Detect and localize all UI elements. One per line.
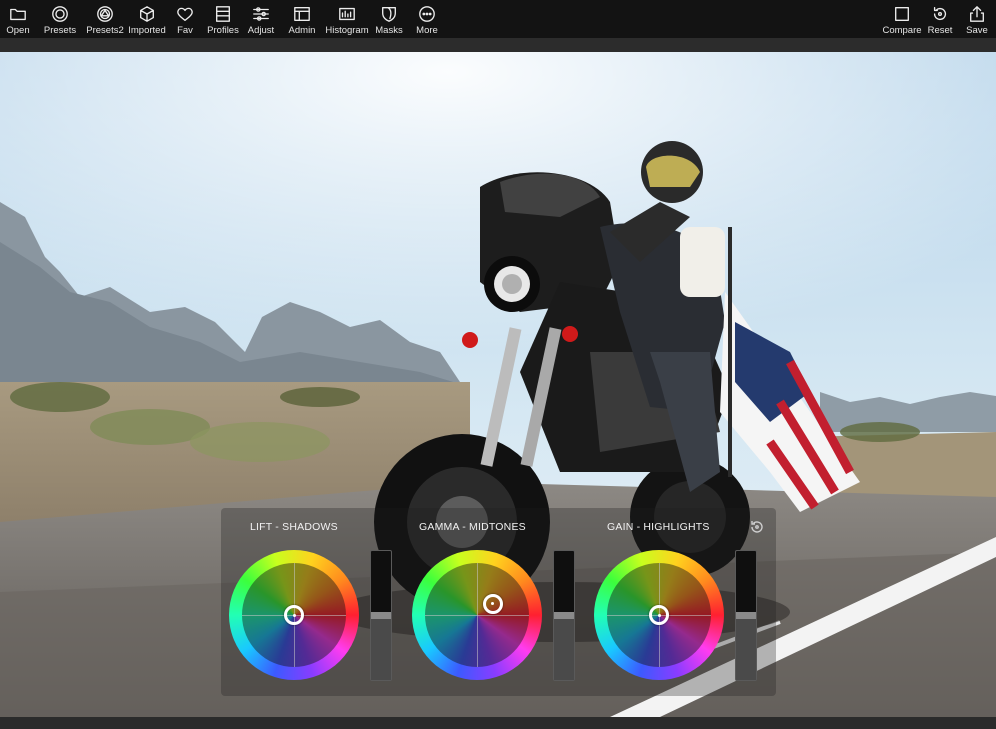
fav-button[interactable]: Fav: [172, 0, 198, 38]
more-icon: [417, 4, 437, 24]
presets2-label: Presets2: [86, 25, 124, 36]
compare-icon: [892, 4, 912, 24]
fav-label: Fav: [177, 25, 193, 36]
lift-wheel-center: [242, 563, 346, 667]
gain-slider-thumb[interactable]: [736, 612, 756, 619]
compare-button[interactable]: Compare: [881, 0, 923, 38]
gamma-midtones-title: GAMMA - MIDTONES: [419, 521, 526, 533]
heart-icon: [175, 4, 195, 24]
reset-wheels-icon: [751, 521, 763, 533]
reset-label: Reset: [927, 25, 953, 36]
share-icon: [967, 4, 987, 24]
reset-icon: [930, 4, 950, 24]
presets-icon: [50, 4, 70, 24]
lift-luminance-slider[interactable]: [370, 550, 392, 681]
reset-button[interactable]: Reset: [926, 0, 954, 38]
profiles-button[interactable]: Profiles: [206, 0, 240, 38]
profiles-icon: [213, 4, 233, 24]
folder-icon: [8, 4, 28, 24]
save-button[interactable]: Save: [964, 0, 990, 38]
gamma-crosshair-vertical: [476, 563, 478, 667]
gain-wheel-center: [607, 563, 711, 667]
lift-wheel-handle[interactable]: [284, 605, 304, 625]
admin-button[interactable]: Admin: [286, 0, 318, 38]
admin-window-icon: [292, 4, 312, 24]
gamma-color-wheel[interactable]: [412, 550, 542, 680]
masks-label: Masks: [375, 25, 403, 36]
reset-wheels-button[interactable]: [748, 518, 766, 536]
histogram-button[interactable]: Histogram: [324, 0, 370, 38]
presets2-button[interactable]: Presets2: [86, 0, 124, 38]
presets-button[interactable]: Presets: [42, 0, 78, 38]
compare-label: Compare: [882, 25, 922, 36]
top-toolbar: Open Presets Presets2 Imported Fav Profi…: [0, 0, 996, 38]
imported-label: Imported: [128, 25, 166, 36]
lift-slider-thumb[interactable]: [371, 612, 391, 619]
adjust-button[interactable]: Adjust: [246, 0, 276, 38]
presets-label: Presets: [43, 25, 77, 36]
histogram-icon: [337, 4, 357, 24]
gain-color-wheel[interactable]: [594, 550, 724, 680]
gamma-slider-fill: [554, 615, 574, 680]
adjust-label: Adjust: [247, 25, 275, 36]
toolbar-separator: [0, 38, 996, 52]
gamma-wheel-center: [425, 563, 529, 667]
imported-button[interactable]: Imported: [126, 0, 168, 38]
profiles-label: Profiles: [207, 25, 239, 36]
color-wheels-panel: LIFT - SHADOWS GAMMA - MIDTONES GAIN - H…: [221, 508, 776, 696]
open-label: Open: [6, 25, 30, 36]
lift-color-wheel[interactable]: [229, 550, 359, 680]
more-button[interactable]: More: [413, 0, 441, 38]
lift-shadows-title: LIFT - SHADOWS: [250, 521, 338, 533]
gain-highlights-title: GAIN - HIGHLIGHTS: [607, 521, 710, 533]
gain-slider-fill: [736, 615, 756, 680]
histogram-label: Histogram: [325, 25, 369, 36]
gamma-luminance-slider[interactable]: [553, 550, 575, 681]
gain-luminance-slider[interactable]: [735, 550, 757, 681]
sliders-icon: [251, 4, 271, 24]
cube-icon: [137, 4, 157, 24]
mask-icon: [379, 4, 399, 24]
gamma-slider-thumb[interactable]: [554, 612, 574, 619]
masks-button[interactable]: Masks: [374, 0, 404, 38]
admin-label: Admin: [288, 25, 316, 36]
gain-wheel-handle[interactable]: [649, 605, 669, 625]
gamma-wheel-handle[interactable]: [482, 593, 503, 614]
more-label: More: [416, 25, 438, 36]
open-button[interactable]: Open: [4, 0, 32, 38]
bottom-bar: [0, 717, 996, 729]
lift-slider-fill: [371, 615, 391, 680]
image-canvas[interactable]: LIFT - SHADOWS GAMMA - MIDTONES GAIN - H…: [0, 52, 996, 717]
save-label: Save: [966, 25, 988, 36]
presets2-icon: [95, 4, 115, 24]
